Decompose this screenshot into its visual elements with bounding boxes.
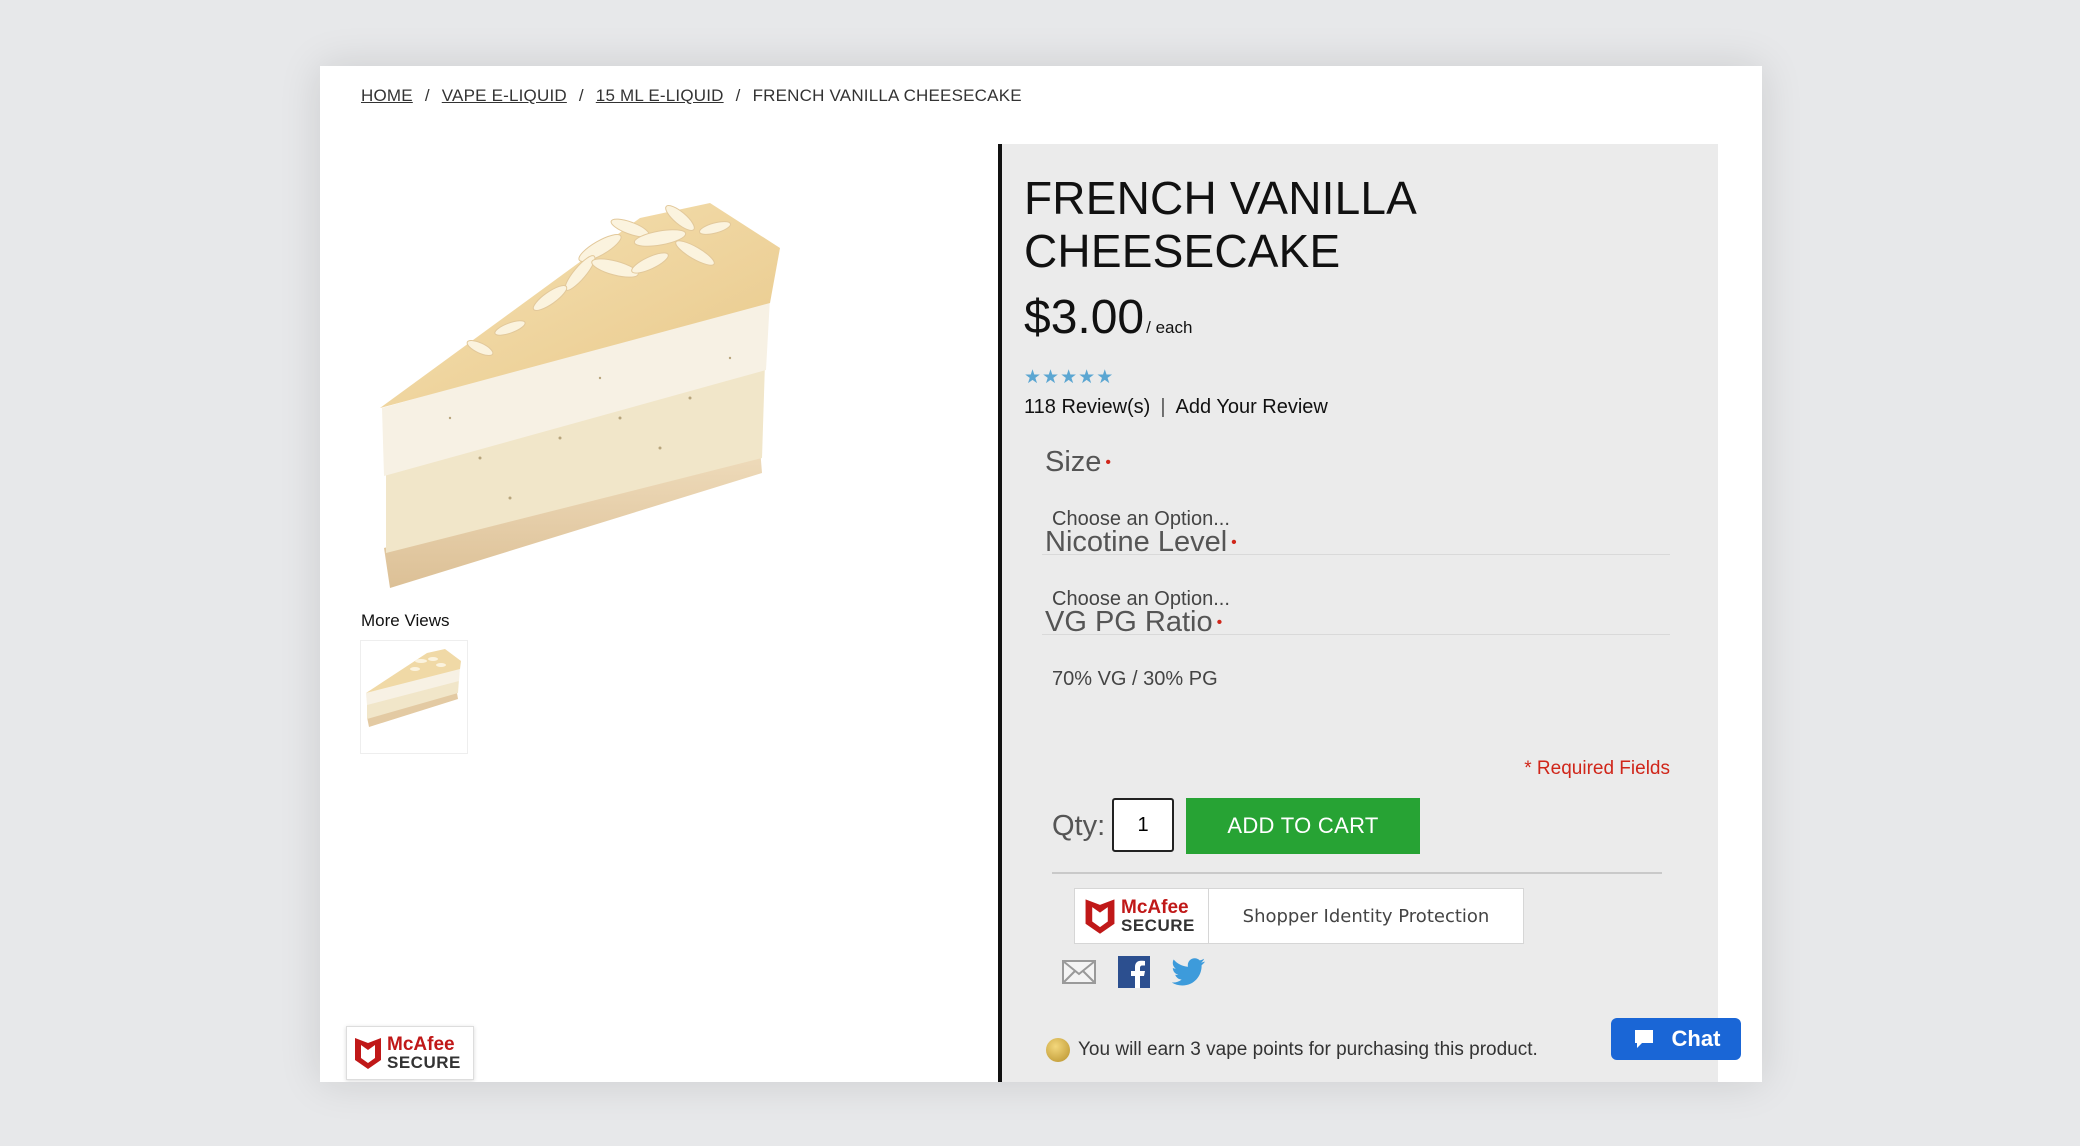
- mcafee-secure-badge[interactable]: McAfee SECURE Shopper Identity Protectio…: [1074, 888, 1524, 944]
- vgpg-select[interactable]: 70% VG / 30% PG: [1052, 668, 1218, 691]
- divider: [1052, 872, 1662, 874]
- reward-points-note: You will earn 3 vape points for purchasi…: [1046, 1038, 1538, 1062]
- product-info-panel: FRENCH VANILLA CHEESECAKE $3.00 / each ★…: [998, 144, 1718, 1082]
- product-title: FRENCH VANILLA CHEESECAKE: [1024, 172, 1415, 277]
- star-icon: ★: [1096, 367, 1114, 388]
- breadcrumb-separator: /: [424, 86, 430, 105]
- page-card: HOME / VAPE E-LIQUID / 15 ML E-LIQUID / …: [320, 66, 1762, 1082]
- breadcrumb-separator: /: [735, 86, 741, 105]
- chat-label: Chat: [1671, 1026, 1721, 1051]
- email-icon[interactable]: [1062, 960, 1096, 984]
- more-views-label: More Views: [361, 611, 450, 630]
- mcafee-secure-floating-badge[interactable]: McAfee SECURE: [346, 1026, 474, 1080]
- breadcrumb-15ml-eliquid-link[interactable]: 15 ML E-LIQUID: [596, 86, 724, 106]
- required-marker: •: [1231, 534, 1237, 552]
- reviews-count-link[interactable]: 118 Review(s): [1024, 396, 1150, 419]
- mcafee-shield-icon: [1085, 899, 1115, 934]
- mcafee-secure-text: SECURE: [387, 1053, 461, 1072]
- reward-points-text: You will earn 3 vape points for purchasi…: [1078, 1039, 1538, 1060]
- shopper-protection-text: Shopper Identity Protection: [1242, 905, 1490, 927]
- product-main-image[interactable]: [360, 158, 800, 658]
- chat-button[interactable]: Chat: [1611, 1018, 1741, 1060]
- product-thumbnail[interactable]: [360, 640, 468, 754]
- star-icon: ★: [1060, 367, 1078, 388]
- twitter-icon[interactable]: [1172, 958, 1206, 986]
- coin-icon: [1046, 1038, 1070, 1062]
- nicotine-label-text: Nicotine Level: [1045, 526, 1228, 558]
- qty-label: Qty:: [1052, 810, 1106, 842]
- mcafee-name: McAfee: [1121, 897, 1189, 918]
- product-price: $3.00: [1024, 291, 1145, 344]
- star-icon: ★: [1024, 367, 1042, 388]
- chat-bubble-icon: [1634, 1030, 1653, 1048]
- price-unit: / each: [1146, 318, 1193, 337]
- star-icon: ★: [1078, 367, 1096, 388]
- share-icons: [1062, 956, 1206, 988]
- breadcrumb-current: FRENCH VANILLA CHEESECAKE: [752, 86, 1022, 105]
- qty-input[interactable]: [1112, 798, 1174, 852]
- breadcrumb-separator: /: [578, 86, 584, 105]
- vgpg-label-text: VG PG Ratio: [1045, 606, 1213, 638]
- breadcrumb: HOME / VAPE E-LIQUID / 15 ML E-LIQUID / …: [361, 86, 1022, 106]
- mcafee-shield-icon: [355, 1038, 381, 1069]
- add-to-cart-button[interactable]: ADD TO CART: [1186, 798, 1420, 854]
- rating-stars: ★ ★ ★ ★ ★: [1024, 368, 1113, 387]
- size-label-text: Size: [1045, 446, 1102, 478]
- size-option-label: Size •: [1045, 446, 1111, 479]
- facebook-icon[interactable]: [1118, 956, 1150, 988]
- nicotine-option-label: Nicotine Level •: [1045, 526, 1237, 559]
- vgpg-option-label: VG PG Ratio •: [1045, 606, 1222, 639]
- breadcrumb-vape-eliquid-link[interactable]: VAPE E-LIQUID: [442, 86, 567, 106]
- required-marker: •: [1105, 454, 1112, 472]
- breadcrumb-home-link[interactable]: HOME: [361, 86, 413, 106]
- reviews-row: 118 Review(s) | Add Your Review: [1024, 396, 1328, 419]
- required-marker: •: [1216, 614, 1223, 632]
- mcafee-secure-text: SECURE: [1121, 916, 1195, 935]
- required-fields-note: * Required Fields: [1524, 758, 1670, 779]
- mcafee-logo: McAfee SECURE: [1075, 889, 1209, 943]
- mcafee-name: McAfee: [387, 1034, 455, 1055]
- price-row: $3.00 / each: [1024, 290, 1192, 345]
- star-icon: ★: [1042, 367, 1060, 388]
- add-review-link[interactable]: Add Your Review: [1176, 396, 1328, 419]
- reviews-divider: |: [1160, 396, 1166, 418]
